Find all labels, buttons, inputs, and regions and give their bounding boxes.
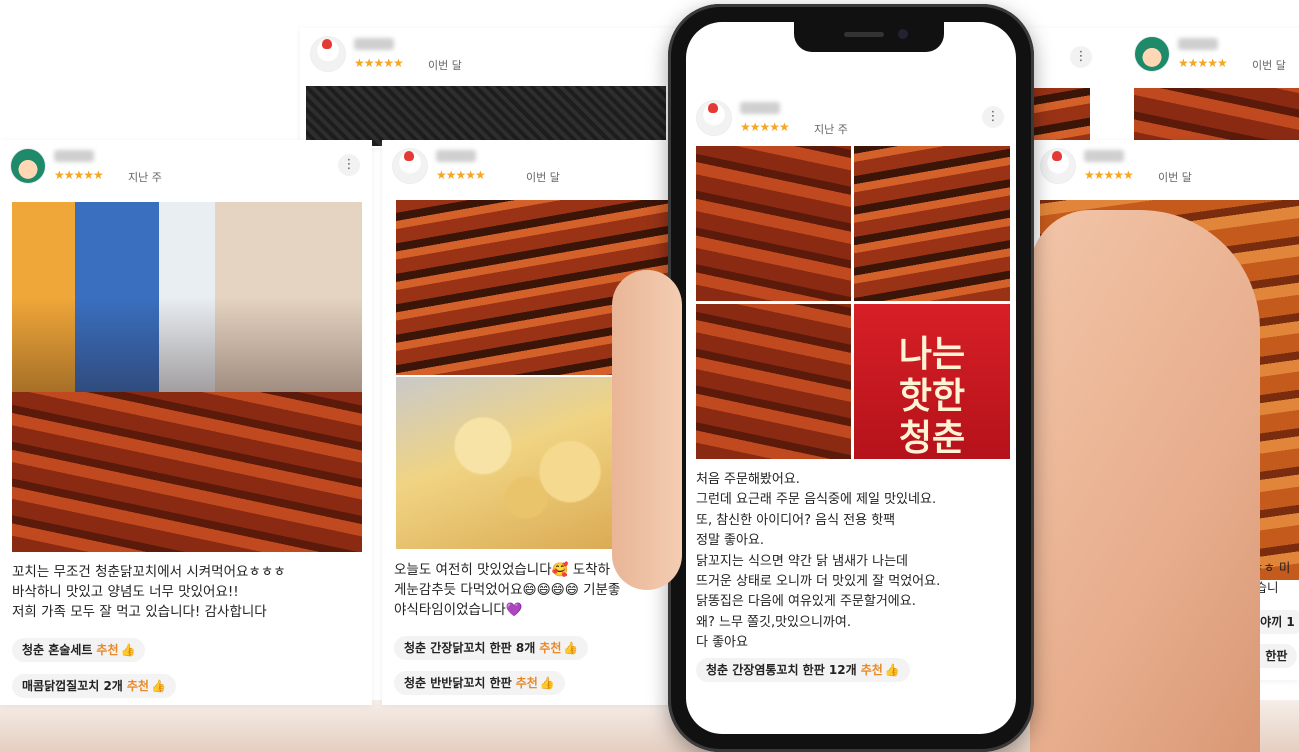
blurred-nickname bbox=[1178, 38, 1218, 50]
rating-stars: ★★★★★ bbox=[740, 120, 790, 134]
menu-name: 청춘 간장염통꼬치 한판 12개 bbox=[706, 663, 857, 677]
review-photo bbox=[306, 86, 666, 146]
menu-name: 청춘 간장닭꼬치 한판 8개 bbox=[404, 641, 536, 655]
rating-stars: ★★★★★ bbox=[436, 168, 486, 182]
review-card-left: ★★★★★ 지난 주 ⋮ 꼬치는 무조건 청춘닭꼬치에서 시켜먹어요ㅎㅎㅎ 바삭… bbox=[0, 140, 372, 705]
thumbs-up-icon: 👍 bbox=[884, 663, 900, 677]
review-text: 처음 주문해봤어요. 그런데 요근래 주문 음식중에 제일 맛있네요. 또, 참… bbox=[696, 472, 941, 651]
menu-tag[interactable]: 청춘 간장염통꼬치 한판 12개 추천 👍 bbox=[696, 658, 910, 682]
blurred-nickname bbox=[740, 102, 780, 114]
phone-screen: ★★★★★ 지난 주 ⋮ 나는 핫한 청춘 처음 주문해봤어요. 그런데 요근래… bbox=[686, 22, 1016, 734]
review-date: 지난 주 bbox=[128, 171, 162, 184]
review-photo: 나는 핫한 청춘 bbox=[854, 304, 1010, 459]
menu-tag[interactable]: 매콤닭껍질꼬치 2개 추천 👍 bbox=[12, 674, 176, 698]
more-options-icon[interactable]: ⋮ bbox=[982, 106, 1004, 128]
review-card-back-top: ★★★★★ 이번 달 bbox=[300, 28, 680, 148]
thumb-graphic bbox=[612, 270, 682, 590]
smartphone-mockup: ★★★★★ 지난 주 ⋮ 나는 핫한 청춘 처음 주문해봤어요. 그런데 요근래… bbox=[668, 4, 1034, 752]
character-avatar bbox=[1134, 36, 1170, 72]
chicken-avatar bbox=[392, 148, 428, 184]
thumbs-up-icon: 👍 bbox=[539, 676, 555, 690]
rating-stars: ★★★★★ bbox=[354, 56, 404, 70]
blurred-nickname bbox=[354, 38, 394, 50]
review-header: ★★★★★ 지난 주 ⋮ bbox=[10, 148, 362, 190]
blurred-nickname bbox=[1084, 150, 1124, 162]
phone-notch bbox=[794, 22, 944, 52]
review-photo bbox=[696, 304, 851, 459]
rating-stars: ★★★★★ bbox=[1084, 168, 1134, 182]
review-header: ★★★★★ 이번 달 bbox=[310, 36, 670, 78]
review-header: ★★★★★ 지난 주 ⋮ bbox=[696, 100, 1006, 142]
camera-icon bbox=[898, 29, 908, 39]
menu-name: 매콤닭껍질꼬치 2개 bbox=[22, 679, 123, 693]
review-date: 지난 주 bbox=[814, 123, 848, 136]
review-photo bbox=[12, 392, 362, 552]
chicken-avatar bbox=[310, 36, 346, 72]
review-date: 이번 달 bbox=[1252, 59, 1286, 72]
more-options-icon[interactable]: ⋮ bbox=[338, 154, 360, 176]
package-text: 나는 핫한 청춘 bbox=[898, 334, 966, 459]
recommend-label: 추천 bbox=[126, 679, 149, 693]
thumbs-up-icon: 👍 bbox=[120, 643, 136, 657]
review-header: ★★★★★ 이번 달 bbox=[1134, 36, 1299, 78]
recommend-label: 추천 bbox=[860, 663, 883, 677]
thumbs-up-icon: 👍 bbox=[563, 641, 579, 655]
hand-graphic bbox=[1030, 210, 1260, 752]
menu-tag[interactable]: 청춘 반반닭꼬치 한판 추천 👍 bbox=[394, 671, 565, 695]
blurred-nickname bbox=[54, 150, 94, 162]
recommend-label: 추천 bbox=[515, 676, 538, 690]
review-card-back-top-right: ⋮ ★★★★★ 이번 달 bbox=[1030, 28, 1299, 148]
rating-stars: ★★★★★ bbox=[54, 168, 104, 182]
thumbs-up-icon: 👍 bbox=[150, 679, 166, 693]
recommend-label: 추천 bbox=[96, 643, 119, 657]
menu-tag[interactable]: 청춘 혼술세트 추천 👍 bbox=[12, 638, 146, 662]
speaker-icon bbox=[844, 32, 884, 37]
menu-tag[interactable]: 청춘 간장닭꼬치 한판 8개 추천 👍 bbox=[394, 636, 589, 660]
character-avatar bbox=[10, 148, 46, 184]
review-header: ★★★★★ 이번 달 bbox=[392, 148, 672, 190]
review-date: 이번 달 bbox=[526, 171, 560, 184]
blurred-nickname bbox=[436, 150, 476, 162]
review-photo bbox=[696, 146, 851, 301]
menu-name: 청춘 혼술세트 bbox=[22, 643, 93, 657]
review-photo bbox=[1134, 88, 1299, 148]
review-date: 이번 달 bbox=[1158, 171, 1192, 184]
menu-name: 청춘 반반닭꼬치 한판 bbox=[404, 676, 512, 690]
review-photo bbox=[12, 202, 362, 392]
chicken-avatar bbox=[1040, 148, 1076, 184]
rating-stars: ★★★★★ bbox=[1178, 56, 1228, 70]
review-photo bbox=[1030, 88, 1090, 148]
recommend-label: 추천 bbox=[539, 641, 562, 655]
review-text: 꼬치는 무조건 청춘닭꼬치에서 시켜먹어요ㅎㅎㅎ 바삭하니 맛있고 양념도 너무… bbox=[12, 564, 286, 620]
more-options-icon[interactable]: ⋮ bbox=[1070, 46, 1092, 68]
review-header: ★★★★★ 이번 달 bbox=[1040, 148, 1290, 190]
review-photo bbox=[854, 146, 1010, 301]
chicken-avatar bbox=[696, 100, 732, 136]
review-date: 이번 달 bbox=[428, 59, 462, 72]
